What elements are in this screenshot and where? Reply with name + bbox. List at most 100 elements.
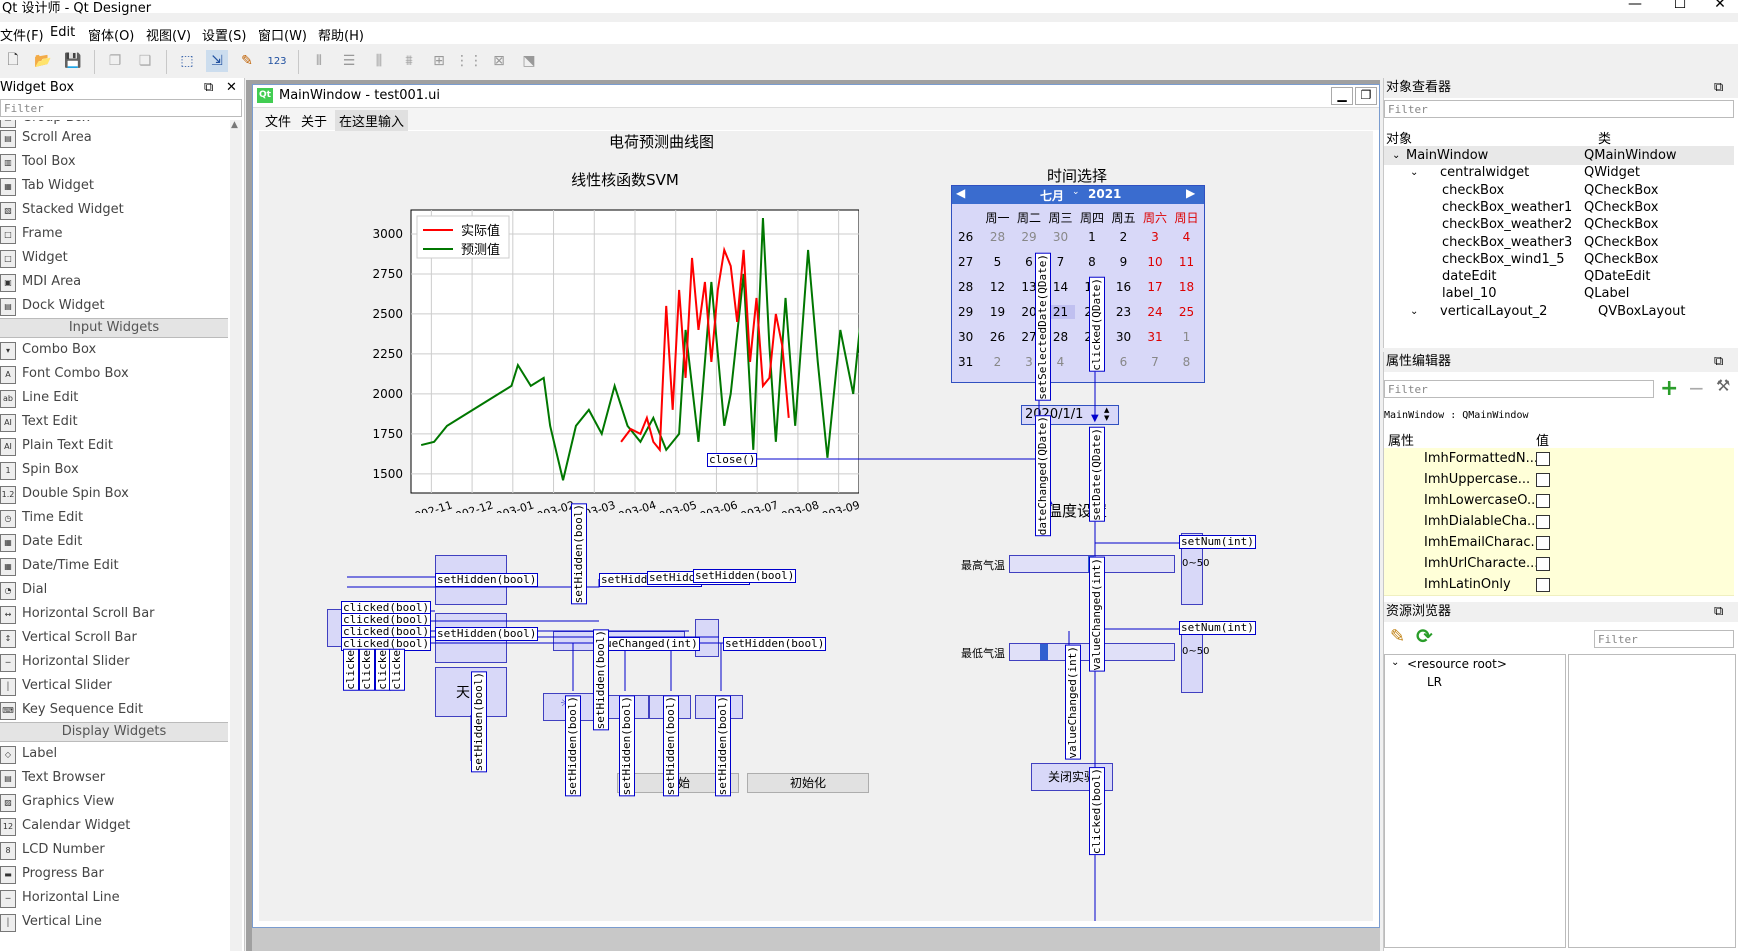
signal-uechanged[interactable]: ueChanged(int) — [603, 637, 700, 651]
close-icon[interactable]: ✕ — [226, 78, 237, 98]
menu-help[interactable]: 帮助(H) — [318, 25, 364, 44]
calendar-day[interactable]: 19 — [984, 305, 1012, 319]
widget-item[interactable]: ↕ Vertical Scroll Bar — [0, 626, 228, 650]
object-row[interactable]: checkBox_weather3 QCheckBox — [1384, 233, 1734, 252]
object-row[interactable]: ⌄ centralwidget QWidget — [1384, 163, 1734, 182]
break-layout-icon[interactable]: ⊠ — [488, 50, 510, 72]
close-button[interactable]: ✕ — [1705, 0, 1735, 12]
layout-hsplit-icon[interactable]: ⫼ — [368, 50, 390, 72]
expand-icon[interactable]: ⌄ — [1410, 302, 1418, 321]
widget-item[interactable]: ↔ Horizontal Scroll Bar — [0, 602, 228, 626]
widget-item[interactable]: ▬ Progress Bar — [0, 862, 228, 886]
calendar-day[interactable]: 2 — [984, 355, 1012, 369]
property-checkbox[interactable] — [1536, 557, 1550, 571]
tab-order-icon[interactable]: 123 — [266, 50, 288, 72]
configure-icon[interactable]: ⚒ — [1716, 376, 1730, 395]
widget-item[interactable]: │ Vertical Slider — [0, 674, 228, 698]
widget-item[interactable]: ▦ Tab Widget — [0, 174, 228, 198]
spin-arrows-icon[interactable]: ▲ ▼ — [1104, 406, 1109, 422]
property-filter-input[interactable]: Filter — [1384, 380, 1654, 398]
slot-sethidden[interactable]: setHidden(bool) — [435, 627, 539, 641]
slot-sethidden-vertical[interactable]: setHidden(bool) — [715, 695, 731, 797]
calendar-day[interactable]: 25 — [1173, 305, 1201, 319]
slot-setselecteddate[interactable]: setSelectedDate(QDate) — [1035, 253, 1051, 401]
slider-handle[interactable] — [1040, 644, 1048, 660]
widget-item[interactable]: ▣ MDI Area — [0, 270, 228, 294]
calendar-day[interactable]: 12 — [984, 280, 1012, 294]
object-filter-input[interactable]: Filter — [1384, 100, 1734, 118]
slot-setnum-min[interactable]: setNum(int) — [1179, 621, 1256, 635]
slot-sethidden[interactable]: setHidden(bool) — [693, 569, 797, 583]
widget-item[interactable]: AI Plain Text Edit — [0, 434, 228, 458]
calendar-day[interactable]: 5 — [984, 255, 1012, 269]
calendar-day[interactable]: 6 — [1110, 355, 1138, 369]
remove-property-icon[interactable]: − — [1688, 376, 1705, 400]
calendar-day[interactable]: 11 — [1173, 255, 1201, 269]
widget-item[interactable]: ▥ Tool Box — [0, 150, 228, 174]
object-row[interactable]: ⌄ MainWindow QMainWindow — [1384, 146, 1734, 165]
calendar-day[interactable]: 16 — [1110, 280, 1138, 294]
next-month-icon[interactable]: ▶ — [1186, 186, 1195, 200]
layout-horizontal-icon[interactable]: ⦀ — [308, 50, 330, 72]
month-dropdown-icon[interactable]: ⌄ — [1072, 187, 1080, 197]
widget-item[interactable]: ab Line Edit — [0, 386, 228, 410]
widget-item[interactable]: ◇ Label — [0, 742, 228, 766]
layout-form-icon[interactable]: ⊞ — [428, 50, 450, 72]
widget-item[interactable]: 8 LCD Number — [0, 838, 228, 862]
signal-valuechanged-min[interactable]: valueChanged(int) — [1065, 645, 1081, 760]
widget-filter-input[interactable]: Filter — [0, 99, 242, 117]
property-row[interactable]: ImhLowercaseO... — [1384, 490, 1734, 512]
slot-sethidden-vertical[interactable]: setHidden(bool) — [471, 671, 487, 773]
form-menu-about[interactable]: 关于 — [301, 111, 327, 130]
signal-close[interactable]: close() — [707, 453, 758, 467]
form-menu-file[interactable]: 文件 — [265, 111, 291, 130]
calendar-day[interactable]: 2 — [1110, 230, 1138, 244]
init-button[interactable]: 初始化 — [747, 773, 869, 793]
property-checkbox[interactable] — [1536, 578, 1550, 592]
menu-edit[interactable]: Edit — [50, 25, 75, 40]
calendar-day[interactable]: 26 — [984, 330, 1012, 344]
object-row[interactable]: checkBox_weather2 QCheckBox — [1384, 215, 1734, 234]
expand-icon[interactable]: ⌄ — [1410, 163, 1418, 182]
property-checkbox[interactable] — [1536, 473, 1550, 487]
edit-resources-icon[interactable]: ✎ — [1390, 626, 1405, 647]
signal-clicke[interactable]: clicke — [343, 649, 359, 691]
widget-item[interactable]: ▦ Date Edit — [0, 530, 228, 554]
calendar-day[interactable]: 1 — [1173, 330, 1201, 344]
menu-window[interactable]: 窗口(W) — [258, 25, 307, 44]
widget-item[interactable]: 1.2 Double Spin Box — [0, 482, 228, 506]
object-row[interactable]: checkBox_wind1_5 QCheckBox — [1384, 250, 1734, 269]
form-menu-type-here[interactable]: 在这里输入 — [335, 110, 409, 131]
slot-sethidden[interactable]: setHidden(bool) — [435, 573, 539, 587]
calendar-widget[interactable]: ◀ 七月 ⌄ 2021 ▶ 周一 周二 周三 周四 周五 周六 周日 26 28 29 30 1 2 3 4… — [951, 185, 1205, 383]
widget-item[interactable]: ▤ Text Browser — [0, 766, 228, 790]
signal-valuechanged-max[interactable]: valueChanged(int) — [1089, 557, 1105, 672]
save-icon[interactable]: 💾 — [62, 50, 84, 72]
resource-item-lr[interactable]: LR — [1427, 675, 1442, 689]
widget-item[interactable]: ▾ Combo Box — [0, 338, 228, 362]
object-row[interactable]: checkBox QCheckBox — [1384, 181, 1734, 200]
menu-view[interactable]: 视图(V) — [146, 25, 191, 44]
widget-item[interactable]: □ Frame — [0, 222, 228, 246]
expand-icon[interactable]: ⌄ — [1391, 657, 1399, 668]
property-row[interactable]: ImhLatinOnly — [1384, 574, 1734, 596]
widget-box-scrollbar[interactable]: ▲ — [230, 120, 242, 951]
open-folder-icon[interactable]: 📂 — [32, 50, 54, 72]
menu-settings[interactable]: 设置(S) — [202, 25, 246, 44]
float-icon[interactable]: ⧉ — [1714, 352, 1723, 372]
scroll-up-icon[interactable]: ▲ — [231, 120, 238, 130]
widget-item[interactable]: 1 Spin Box — [0, 458, 228, 482]
calendar-day[interactable]: 31 — [1141, 330, 1169, 344]
widget-item[interactable]: A Font Combo Box — [0, 362, 228, 386]
calendar-day[interactable]: 4 — [1173, 230, 1201, 244]
prev-month-icon[interactable]: ◀ — [956, 186, 965, 200]
calendar-day[interactable]: 8 — [1078, 255, 1106, 269]
slot-setnum-max[interactable]: setNum(int) — [1179, 535, 1256, 549]
calendar-day[interactable]: 17 — [1141, 280, 1169, 294]
property-row[interactable]: ImhFormattedN... — [1384, 448, 1734, 470]
expand-icon[interactable]: ⌄ — [1392, 146, 1400, 165]
paste-icon[interactable]: ❏ — [134, 50, 156, 72]
maximize-button[interactable]: ☐ — [1665, 0, 1695, 12]
copy-icon[interactable]: ❐ — [104, 50, 126, 72]
widget-item[interactable]: ▧ Stacked Widget — [0, 198, 228, 222]
